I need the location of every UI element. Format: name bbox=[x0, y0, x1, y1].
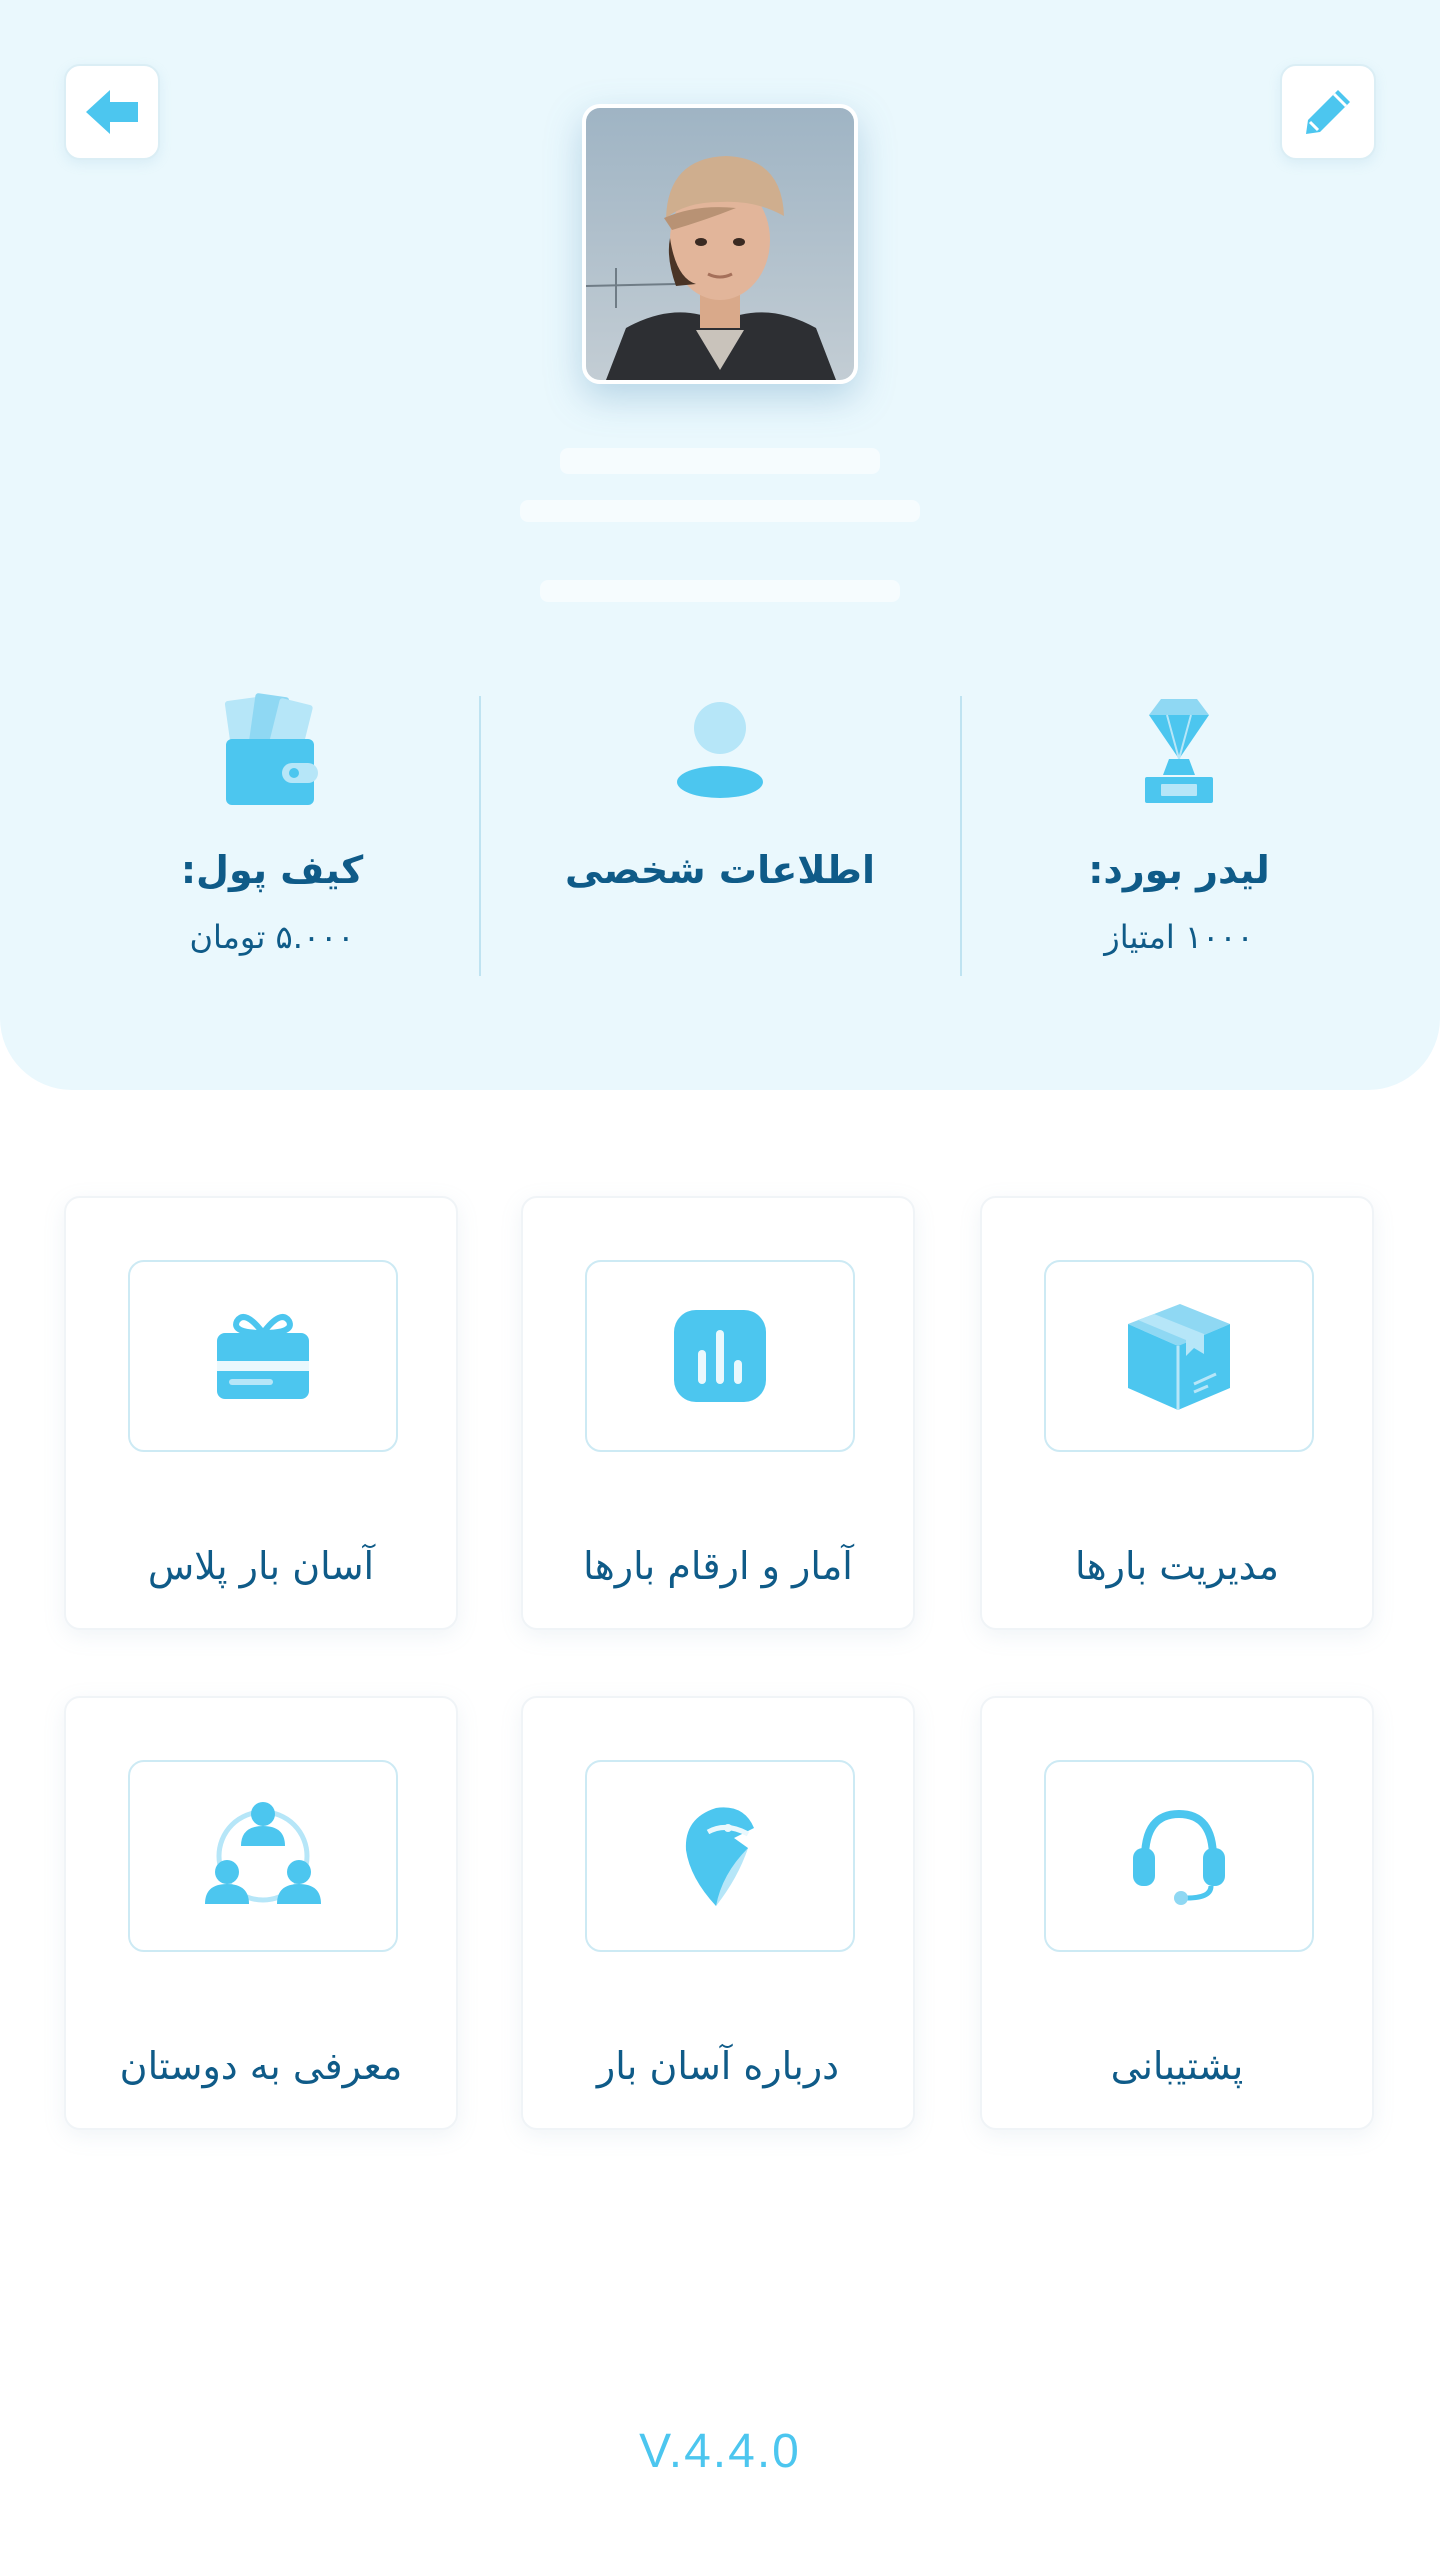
tile-label: درباره آسان بار bbox=[596, 2044, 840, 2088]
leaderboard-points: ۱۰۰۰ امتیاز bbox=[1104, 918, 1254, 956]
personal-info-stat[interactable]: اطلاعات شخصی bbox=[540, 690, 900, 892]
profile-header: کیف پول: ۵.۰۰۰ تومان اطلاعات شخصی لیدر ب bbox=[0, 0, 1440, 1090]
tile-label: مدیریت بارها bbox=[1075, 1544, 1279, 1588]
avatar[interactable] bbox=[582, 104, 858, 384]
arrow-left-icon bbox=[86, 90, 138, 134]
eagle-pin-icon bbox=[685, 1807, 754, 1906]
stat-divider bbox=[960, 696, 962, 976]
personal-info-title: اطلاعات شخصی bbox=[565, 848, 875, 892]
back-button[interactable] bbox=[64, 64, 160, 160]
profile-photo bbox=[586, 108, 854, 380]
app-version: V.4.4.0 bbox=[639, 2425, 801, 2478]
tile-icon-box bbox=[1044, 1760, 1314, 1952]
trophy-icon bbox=[1145, 699, 1213, 803]
leaderboard-title: لیدر بورد: bbox=[1088, 848, 1270, 892]
stat-divider bbox=[479, 696, 481, 976]
tile-icon-box bbox=[128, 1760, 398, 1952]
tile-label: آسان بار پلاس bbox=[147, 1544, 375, 1588]
edit-profile-button[interactable] bbox=[1280, 64, 1376, 160]
tile-icon-box bbox=[585, 1260, 855, 1452]
detail-placeholder bbox=[540, 580, 900, 602]
gift-card-icon bbox=[217, 1314, 309, 1399]
tile-label: آمار و ارقام بارها bbox=[583, 1544, 853, 1588]
subtitle-placeholder bbox=[520, 500, 920, 522]
tile-label: پشتیبانی bbox=[1110, 2044, 1244, 2088]
pencil-icon bbox=[1306, 90, 1350, 134]
wallet-balance: ۵.۰۰۰ تومان bbox=[189, 918, 355, 956]
referral-users-icon bbox=[205, 1802, 321, 1904]
tile-load-management[interactable]: مدیریت بارها bbox=[980, 1196, 1374, 1630]
headset-icon bbox=[1133, 1809, 1225, 1905]
user-icon bbox=[677, 702, 763, 798]
tile-icon-box bbox=[585, 1760, 855, 1952]
name-placeholder bbox=[560, 448, 880, 474]
bar-chart-icon bbox=[674, 1310, 766, 1402]
tile-label: معرفی به دوستان bbox=[119, 2044, 403, 2088]
package-box-icon bbox=[1128, 1304, 1230, 1410]
wallet-title: کیف پول: bbox=[180, 848, 364, 892]
leaderboard-stat[interactable]: لیدر بورد: ۱۰۰۰ امتیاز bbox=[999, 690, 1359, 956]
tile-support[interactable]: پشتیبانی bbox=[980, 1696, 1374, 2130]
tile-about[interactable]: درباره آسان بار bbox=[521, 1696, 915, 2130]
tile-icon-box bbox=[1044, 1260, 1314, 1452]
tile-refer-friends[interactable]: معرفی به دوستان bbox=[64, 1696, 458, 2130]
tile-load-statistics[interactable]: آمار و ارقام بارها bbox=[521, 1196, 915, 1630]
tile-asan-bar-plus[interactable]: آسان بار پلاس bbox=[64, 1196, 458, 1630]
wallet-stat[interactable]: کیف پول: ۵.۰۰۰ تومان bbox=[92, 690, 452, 956]
wallet-icon bbox=[224, 693, 318, 805]
tile-icon-box bbox=[128, 1260, 398, 1452]
